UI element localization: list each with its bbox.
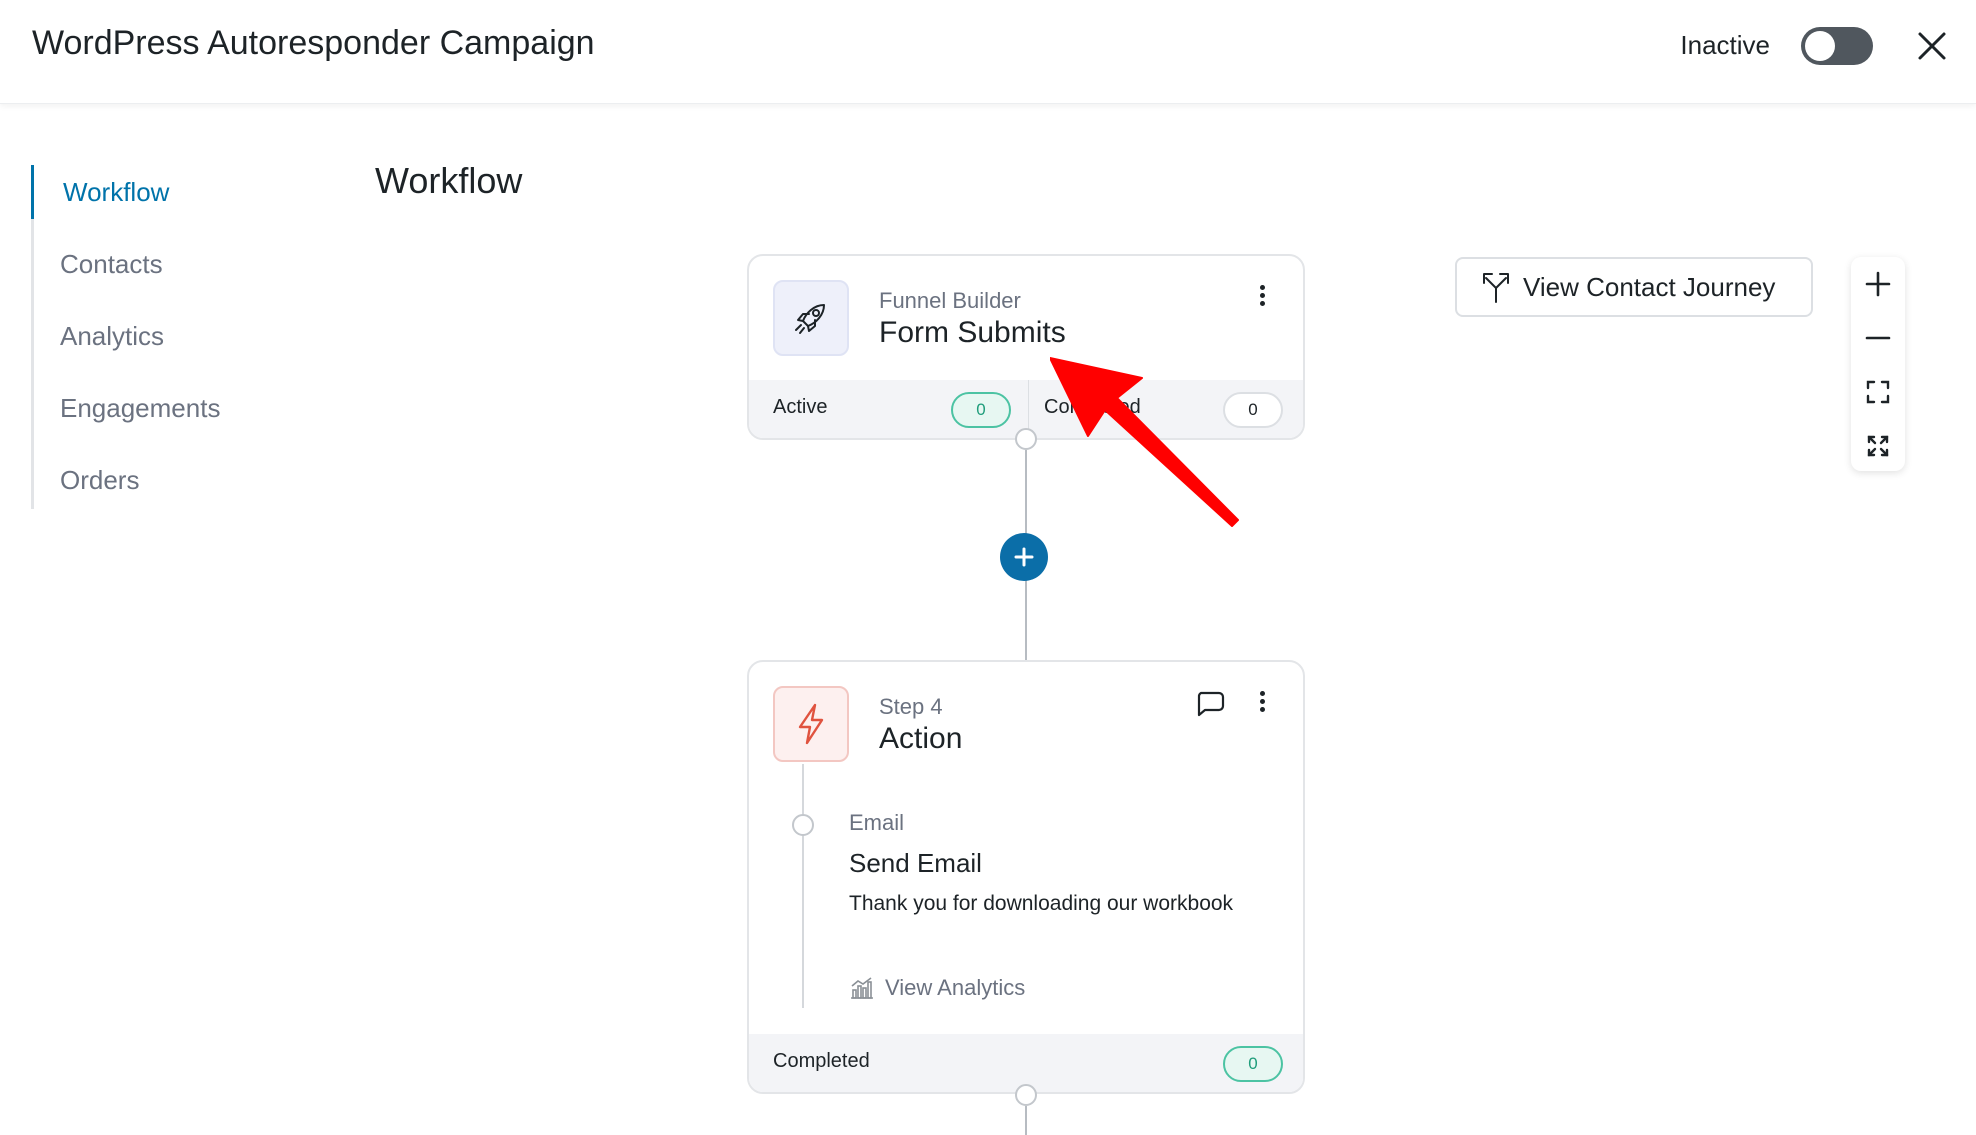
step-completed-label: Completed [773, 1050, 870, 1072]
sidebar-item-engagements[interactable]: Engagements [31, 381, 291, 435]
action-track [802, 764, 804, 1008]
step-output-port[interactable] [1015, 1084, 1037, 1106]
journey-branch-icon [1483, 273, 1509, 303]
step-title: Action [879, 722, 963, 755]
action-step-card[interactable]: Step 4 Action Email Send Email Thank you… [747, 660, 1305, 1094]
view-contact-journey-button[interactable]: View Contact Journey [1455, 257, 1813, 317]
campaign-title: WordPress Autoresponder Campaign [32, 24, 595, 62]
action-icon-box [773, 686, 849, 762]
comment-icon [1197, 691, 1225, 717]
minus-icon [1865, 336, 1891, 340]
step-completed-count-badge: 0 [1223, 1046, 1283, 1082]
view-contact-journey-label: View Contact Journey [1523, 271, 1776, 302]
trigger-title: Form Submits [879, 316, 1066, 349]
trigger-menu-button[interactable] [1252, 282, 1272, 316]
plus-icon [1014, 547, 1034, 567]
fit-view-button[interactable] [1851, 365, 1905, 419]
connector-line-bottom [1025, 1106, 1027, 1135]
view-analytics-link[interactable]: View Analytics [849, 975, 1025, 1001]
view-analytics-label: View Analytics [885, 975, 1026, 1000]
step-number: Step 4 [879, 694, 943, 719]
page-title: Workflow [375, 160, 523, 201]
plus-icon [1865, 271, 1891, 297]
zoom-in-button[interactable] [1851, 257, 1905, 311]
action-title[interactable]: Send Email [849, 848, 982, 879]
sidebar-item-contacts[interactable]: Contacts [31, 237, 291, 291]
active-label: Active [773, 396, 828, 418]
step-comment-button[interactable] [1195, 690, 1225, 718]
action-dot [792, 814, 814, 836]
close-icon [1918, 32, 1946, 60]
fit-view-icon [1866, 380, 1890, 404]
top-bar: WordPress Autoresponder Campaign Inactiv… [0, 0, 1976, 104]
sidebar-item-analytics[interactable]: Analytics [31, 309, 291, 363]
fullscreen-icon [1867, 435, 1889, 457]
fullscreen-button[interactable] [1851, 419, 1905, 473]
add-step-button[interactable] [1000, 533, 1048, 581]
status-toggle[interactable] [1801, 27, 1873, 65]
close-button[interactable] [1914, 28, 1950, 64]
rocket-icon [795, 304, 825, 334]
trigger-icon-box [773, 280, 849, 356]
sidebar-item-orders[interactable]: Orders [31, 453, 291, 507]
sidebar-item-workflow[interactable]: Workflow [31, 165, 291, 219]
status-label: Inactive [1680, 30, 1770, 60]
zoom-out-button[interactable] [1851, 311, 1905, 365]
output-port[interactable] [1015, 428, 1037, 450]
sidebar-nav: Workflow Contacts Analytics Engagements … [31, 165, 291, 509]
analytics-icon [851, 977, 873, 999]
action-description: Thank you for downloading our workbook [849, 892, 1234, 915]
toggle-knob [1805, 31, 1835, 61]
action-type: Email [849, 810, 905, 835]
trigger-source: Funnel Builder [879, 288, 1021, 313]
step-menu-button[interactable] [1252, 688, 1272, 722]
annotation-arrow-icon [1050, 357, 1239, 527]
zoom-controls [1851, 257, 1905, 471]
lightning-icon [798, 703, 824, 745]
active-count-badge: 0 [951, 392, 1011, 428]
